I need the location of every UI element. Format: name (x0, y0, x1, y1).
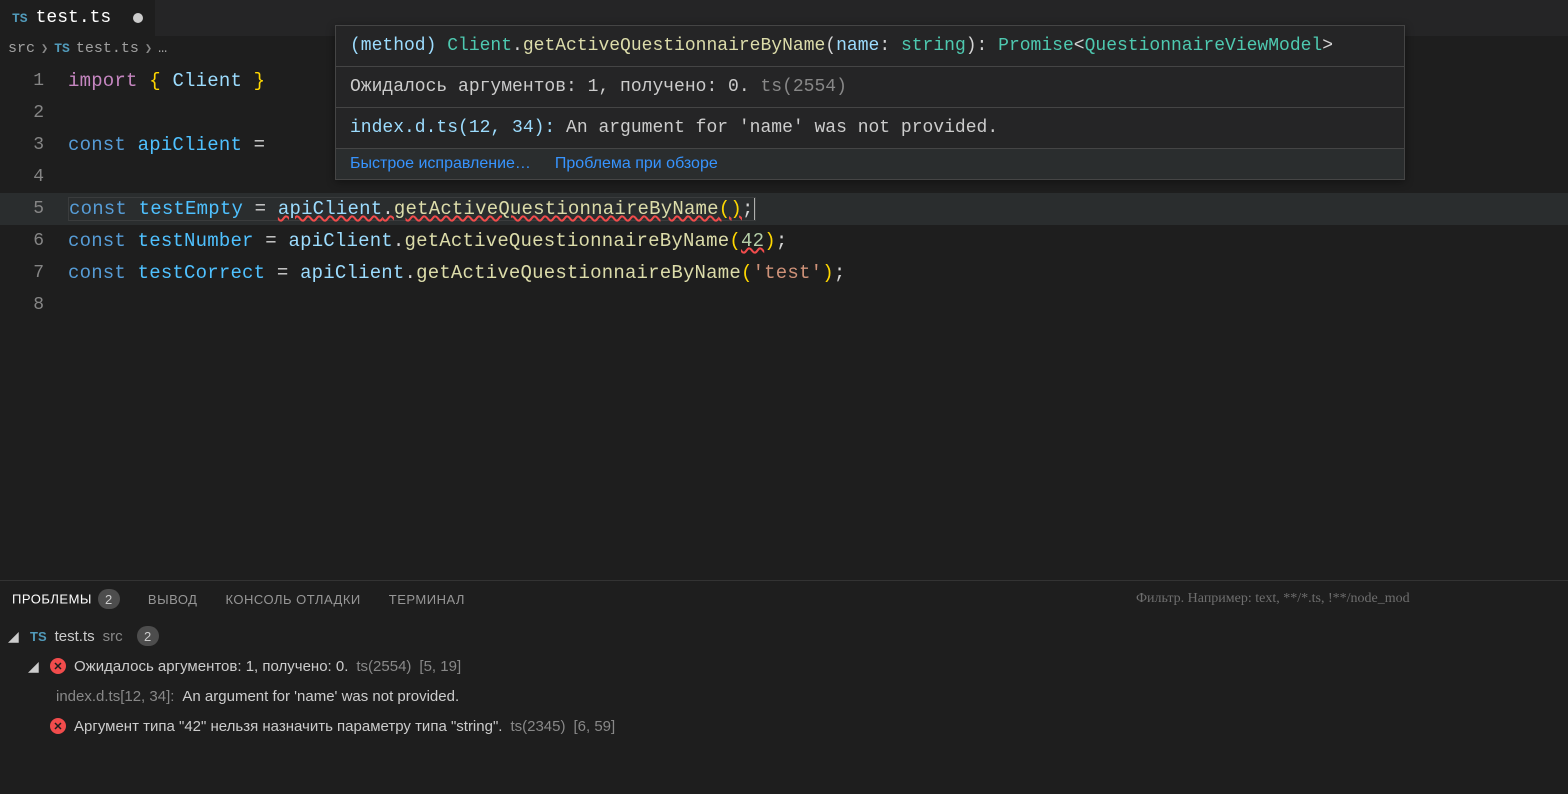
problems-file-row[interactable]: ◢ TS test.ts src 2 (0, 621, 1568, 651)
line-number: 8 (0, 295, 68, 315)
typescript-icon: TS (54, 41, 70, 56)
bottom-panel: ПРОБЛЕМЫ2 ВЫВОД КОНСОЛЬ ОТЛАДКИ ТЕРМИНАЛ… (0, 580, 1568, 794)
dirty-indicator-icon (133, 13, 143, 23)
breadcrumb-file: test.ts (76, 40, 139, 57)
error-icon: ✕ (50, 718, 66, 734)
peek-problem-link[interactable]: Проблема при обзоре (555, 155, 718, 173)
error-icon: ✕ (50, 658, 66, 674)
panel-tabs: ПРОБЛЕМЫ2 ВЫВОД КОНСОЛЬ ОТЛАДКИ ТЕРМИНАЛ (0, 581, 1568, 617)
hover-actions: Быстрое исправление… Проблема при обзоре (336, 149, 1404, 179)
code-line[interactable]: 6 const testNumber = apiClient.getActive… (0, 225, 1568, 257)
breadcrumb-root: src (8, 40, 35, 57)
code-line[interactable]: 8 (0, 289, 1568, 321)
hover-error: Ожидалось аргументов: 1, получено: 0. ts… (336, 67, 1404, 108)
line-number: 3 (0, 135, 68, 155)
line-number: 4 (0, 167, 68, 187)
code-line[interactable]: 7 const testCorrect = apiClient.getActiv… (0, 257, 1568, 289)
problems-file-dir: src (103, 628, 123, 645)
line-number: 7 (0, 263, 68, 283)
problems-list: ◢ TS test.ts src 2 ◢ ✕ Ожидалось аргумен… (0, 617, 1568, 745)
hover-related: index.d.ts(12, 34): An argument for 'nam… (336, 108, 1404, 149)
problems-filter[interactable] (1128, 581, 1568, 617)
chevron-right-icon: ❯ (41, 41, 48, 56)
hover-tooltip: (method) Client.getActiveQuestionnaireBy… (335, 25, 1405, 180)
problem-item[interactable]: ◢ ✕ Ожидалось аргументов: 1, получено: 0… (0, 651, 1568, 681)
tab-debug-console[interactable]: КОНСОЛЬ ОТЛАДКИ (225, 592, 360, 607)
tab-label: test.ts (36, 8, 112, 28)
tab-problems[interactable]: ПРОБЛЕМЫ2 (12, 589, 120, 609)
tab-test-ts[interactable]: TS test.ts (0, 0, 156, 36)
chevron-down-icon[interactable]: ◢ (8, 628, 22, 645)
problems-file-name: test.ts (55, 628, 95, 645)
problem-item[interactable]: ◢ ✕ Аргумент типа "42" нельзя назначить … (0, 711, 1568, 741)
tab-output[interactable]: ВЫВОД (148, 592, 198, 607)
line-number: 6 (0, 231, 68, 251)
line-number: 5 (0, 199, 68, 219)
line-number: 2 (0, 103, 68, 123)
typescript-icon: TS (30, 629, 47, 644)
code-line[interactable]: 5 const testEmpty = apiClient.getActiveQ… (0, 193, 1568, 225)
tab-terminal[interactable]: ТЕРМИНАЛ (389, 592, 465, 607)
hover-signature: (method) Client.getActiveQuestionnaireBy… (336, 26, 1404, 67)
editor-area[interactable]: (method) Client.getActiveQuestionnaireBy… (0, 61, 1568, 321)
breadcrumb-more: … (158, 40, 167, 57)
chevron-right-icon: ❯ (145, 41, 152, 56)
file-problem-count-badge: 2 (137, 626, 159, 646)
filter-input[interactable] (1128, 585, 1568, 613)
line-number: 1 (0, 71, 68, 91)
problem-related[interactable]: index.d.ts[12, 34]: An argument for 'nam… (0, 681, 1568, 711)
text-cursor (754, 198, 755, 220)
quick-fix-link[interactable]: Быстрое исправление… (350, 155, 531, 173)
typescript-icon: TS (12, 11, 28, 26)
problems-count-badge: 2 (98, 589, 120, 609)
chevron-down-icon[interactable]: ◢ (28, 658, 42, 675)
